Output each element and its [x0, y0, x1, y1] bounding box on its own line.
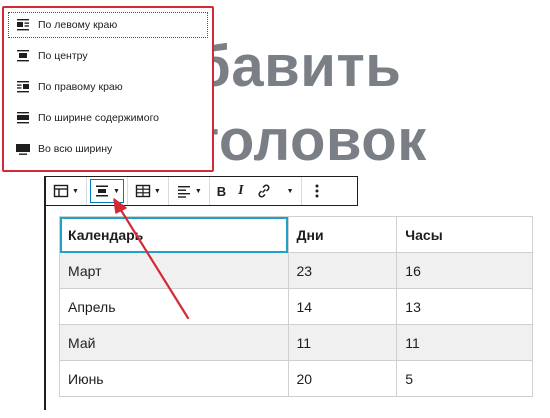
- table-cell[interactable]: Апрель: [59, 288, 289, 325]
- align-button[interactable]: ▼: [89, 179, 124, 203]
- table-cell[interactable]: 11: [396, 324, 533, 361]
- table-cell[interactable]: 11: [287, 324, 398, 361]
- caret-down-icon: ▼: [194, 187, 202, 195]
- caret-down-icon: ▼: [112, 187, 120, 195]
- table-edit-icon: [135, 184, 151, 198]
- table-row: Май 11 11: [59, 324, 533, 361]
- table-cell[interactable]: Календарь: [59, 216, 289, 253]
- menu-item-align-left[interactable]: По левому краю: [6, 10, 210, 40]
- align-center-icon: [17, 49, 29, 61]
- toolbar-group-block: ▼: [46, 177, 87, 205]
- link-icon: [258, 184, 270, 198]
- heading-line-1[interactable]: бавить: [195, 38, 401, 96]
- table-row: Апрель 14 13: [59, 288, 533, 325]
- menu-item-align-center[interactable]: По центру: [6, 40, 210, 71]
- data-table: Календарь Дни Часы Март 23 16 Апрель 14 …: [59, 216, 533, 397]
- align-center-icon: [95, 185, 108, 197]
- align-full-icon: [16, 143, 30, 155]
- heading-line-2[interactable]: головок: [195, 112, 427, 170]
- align-left-icon: [17, 19, 29, 31]
- align-wide-icon: [17, 111, 29, 123]
- toolbar-group-text-align: ▼: [169, 177, 210, 205]
- block-left-border: [44, 176, 46, 410]
- more-vertical-icon: [315, 184, 319, 198]
- editor-canvas: бавить головок ▼ ▼ ▼ ▼ B I ▼ Календарь Д…: [0, 0, 550, 418]
- table-row: Июнь 20 5: [59, 360, 533, 397]
- align-dropdown-menu: По левому краю По центру По правому краю: [2, 6, 214, 172]
- edit-table-button[interactable]: ▼: [132, 180, 164, 202]
- table-icon: [53, 184, 69, 198]
- toolbar-group-align: ▼: [87, 177, 128, 205]
- table-block-button[interactable]: ▼: [50, 180, 82, 202]
- menu-item-align-full[interactable]: Во всю ширину: [6, 133, 210, 164]
- toolbar-group-options: [302, 177, 332, 205]
- table-cell[interactable]: 20: [287, 360, 398, 397]
- link-button[interactable]: [253, 180, 275, 202]
- bold-label: B: [216, 183, 227, 199]
- toolbar-group-table: ▼: [128, 177, 169, 205]
- table-cell[interactable]: Май: [59, 324, 289, 361]
- menu-item-label: По ширине содержимого: [38, 111, 160, 124]
- align-right-icon: [17, 80, 29, 92]
- italic-button[interactable]: I: [235, 180, 246, 202]
- more-options-button[interactable]: [306, 180, 328, 202]
- menu-item-label: По левому краю: [38, 19, 118, 31]
- table-cell[interactable]: 23: [287, 252, 398, 289]
- menu-item-label: По центру: [38, 49, 88, 62]
- caret-down-icon: ▼: [153, 187, 161, 195]
- more-rich-text-button[interactable]: ▼: [281, 180, 297, 202]
- italic-label: I: [238, 183, 244, 198]
- menu-item-label: Во всю ширину: [38, 142, 113, 155]
- table-header-row: Календарь Дни Часы: [59, 216, 533, 253]
- bold-button[interactable]: B: [214, 180, 229, 202]
- table-cell[interactable]: 16: [396, 252, 533, 289]
- text-align-button[interactable]: ▼: [173, 180, 205, 202]
- table-cell[interactable]: 13: [396, 288, 533, 325]
- caret-down-icon: ▼: [72, 187, 79, 195]
- menu-item-align-right[interactable]: По правому краю: [6, 71, 210, 102]
- text-align-left-icon: [177, 186, 190, 198]
- table-cell[interactable]: Часы: [396, 216, 533, 253]
- table-cell[interactable]: Март: [59, 252, 289, 289]
- table-cell[interactable]: 14: [287, 288, 398, 325]
- menu-item-label: По правому краю: [38, 80, 123, 93]
- table-cell[interactable]: Июнь: [59, 360, 289, 397]
- chevron-down-icon: ▼: [286, 187, 294, 195]
- table-cell[interactable]: Дни: [287, 216, 398, 253]
- table-row: Март 23 16: [59, 252, 533, 289]
- toolbar-group-format: B I ▼: [210, 177, 302, 205]
- menu-item-align-wide[interactable]: По ширине содержимого: [6, 102, 210, 133]
- block-toolbar: ▼ ▼ ▼ ▼ B I ▼: [46, 176, 358, 206]
- table-cell[interactable]: 5: [396, 360, 533, 397]
